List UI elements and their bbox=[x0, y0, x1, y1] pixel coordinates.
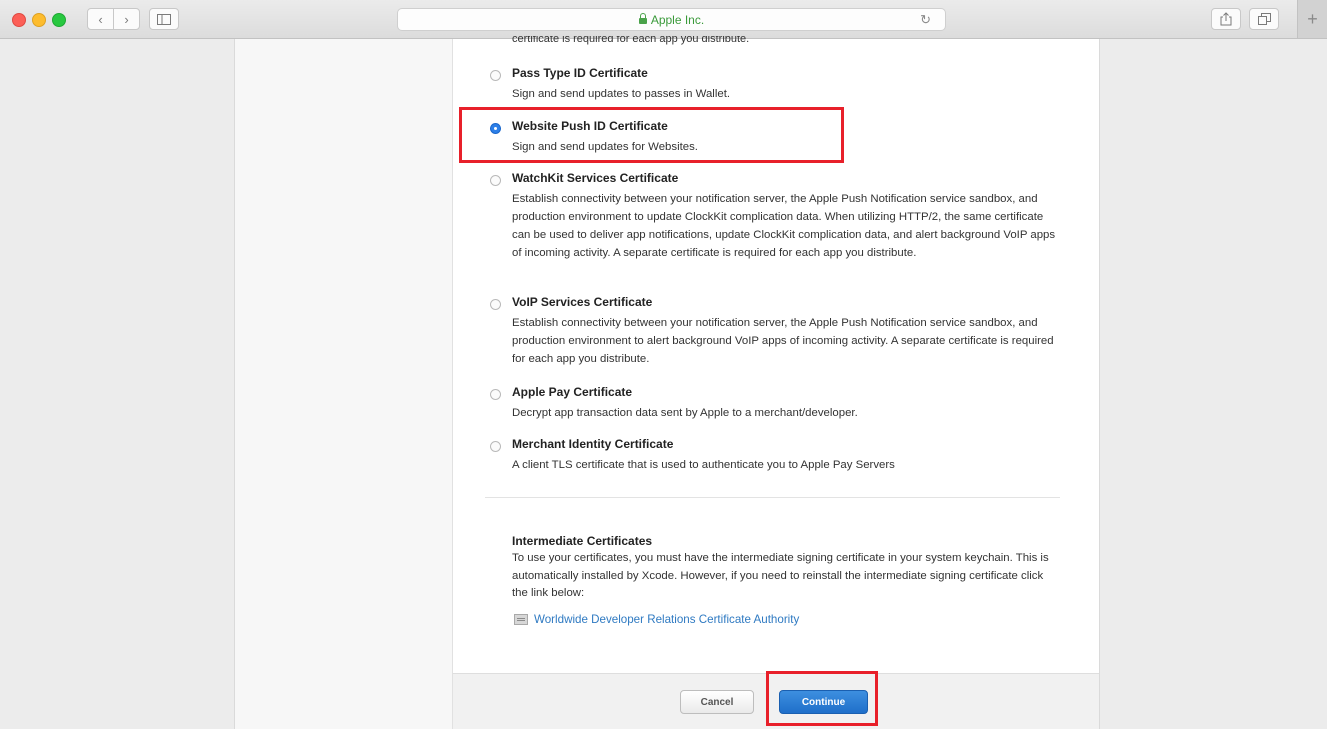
wwdr-certificate-link[interactable]: Worldwide Developer Relations Certificat… bbox=[514, 613, 799, 626]
option-voip-services[interactable]: VoIP Services Certificate Establish conn… bbox=[490, 295, 1070, 370]
radio-button-selected[interactable] bbox=[490, 123, 501, 134]
minimize-window-button[interactable] bbox=[32, 13, 46, 27]
plus-icon: + bbox=[1307, 8, 1318, 29]
certificate-icon bbox=[514, 614, 528, 625]
section-divider bbox=[485, 497, 1060, 498]
forward-button[interactable]: › bbox=[113, 8, 140, 30]
option-description: Sign and send updates for Websites. bbox=[512, 141, 698, 153]
share-icon bbox=[1220, 12, 1232, 26]
option-description: A client TLS certificate that is used to… bbox=[512, 459, 895, 471]
lock-icon bbox=[638, 13, 647, 24]
clipped-description: certificate is required for each app you… bbox=[512, 36, 750, 45]
radio-button[interactable] bbox=[490, 70, 501, 81]
wwdr-link-label[interactable]: Worldwide Developer Relations Certificat… bbox=[534, 613, 799, 626]
chevron-left-icon: ‹ bbox=[98, 11, 103, 27]
option-title: WatchKit Services Certificate bbox=[512, 171, 679, 185]
zoom-window-button[interactable] bbox=[52, 13, 66, 27]
radio-button[interactable] bbox=[490, 299, 501, 310]
continue-button[interactable]: Continue bbox=[779, 690, 868, 714]
back-button[interactable]: ‹ bbox=[87, 8, 114, 30]
new-tab-button[interactable]: + bbox=[1297, 0, 1327, 38]
url-display: Apple Inc. bbox=[638, 12, 705, 27]
reload-icon[interactable]: ↻ bbox=[920, 12, 931, 28]
share-button[interactable] bbox=[1211, 8, 1241, 30]
option-title: Merchant Identity Certificate bbox=[512, 437, 674, 451]
sidebar-toggle-button[interactable] bbox=[149, 8, 179, 30]
option-apple-pay[interactable]: Apple Pay Certificate Decrypt app transa… bbox=[490, 385, 1070, 421]
chevron-right-icon: › bbox=[124, 11, 129, 27]
option-title: Pass Type ID Certificate bbox=[512, 66, 648, 80]
option-description: Sign and send updates to passes in Walle… bbox=[512, 88, 731, 100]
option-title: VoIP Services Certificate bbox=[512, 295, 653, 309]
intermediate-certificates-text: To use your certificates, you must have … bbox=[512, 552, 1049, 599]
option-title: Website Push ID Certificate bbox=[512, 119, 668, 133]
address-bar[interactable]: Apple Inc. ↻ bbox=[397, 8, 946, 31]
option-pass-type-id[interactable]: Pass Type ID Certificate Sign and send u… bbox=[490, 66, 1070, 102]
browser-toolbar: ‹ › Apple Inc. ↻ + bbox=[0, 0, 1327, 39]
option-description: Establish connectivity between your noti… bbox=[512, 317, 1054, 365]
url-label: Apple Inc. bbox=[650, 12, 705, 27]
form-footer bbox=[452, 673, 1099, 729]
radio-button[interactable] bbox=[490, 441, 501, 452]
radio-button[interactable] bbox=[490, 175, 501, 186]
sidebar-icon bbox=[157, 13, 171, 25]
option-title: Apple Pay Certificate bbox=[512, 385, 633, 399]
option-website-push-id[interactable]: Website Push ID Certificate Sign and sen… bbox=[490, 119, 1070, 155]
intermediate-certificates-heading: Intermediate Certificates bbox=[512, 534, 653, 548]
radio-button[interactable] bbox=[490, 389, 501, 400]
show-tabs-button[interactable] bbox=[1249, 8, 1279, 30]
option-watchkit-services[interactable]: WatchKit Services Certificate Establish … bbox=[490, 171, 1070, 281]
option-merchant-identity[interactable]: Merchant Identity Certificate A client T… bbox=[490, 437, 1070, 473]
tabs-icon bbox=[1257, 13, 1271, 25]
cancel-button[interactable]: Cancel bbox=[680, 690, 754, 714]
close-window-button[interactable] bbox=[12, 13, 26, 27]
option-description: Decrypt app transaction data sent by App… bbox=[512, 407, 858, 419]
option-description: Establish connectivity between your noti… bbox=[512, 193, 1056, 259]
